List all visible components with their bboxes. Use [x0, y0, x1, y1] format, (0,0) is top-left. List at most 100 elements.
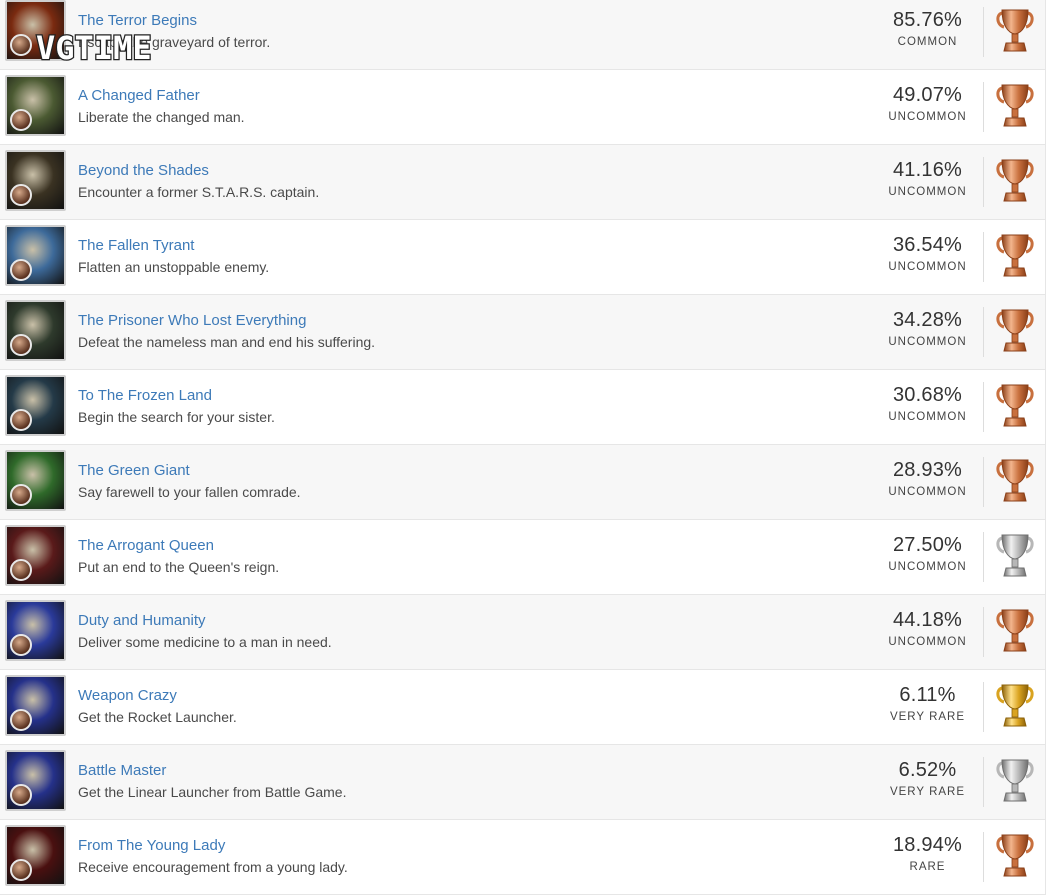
trophy-description: Begin the search for your sister.	[78, 409, 275, 425]
divider	[983, 7, 984, 57]
trophy-description: Liberate the changed man.	[78, 109, 245, 125]
silver-trophy-icon	[994, 757, 1036, 805]
divider	[983, 307, 984, 357]
watermark-text: VGTIME	[36, 29, 152, 67]
trophy-description: Encounter a former S.T.A.R.S. captain.	[78, 184, 320, 200]
divider	[983, 682, 984, 732]
trophy-thumbnail	[5, 750, 66, 811]
trophy-name[interactable]: Duty and Humanity	[78, 612, 206, 629]
trophy-rarity: VERY RARE	[889, 711, 966, 723]
game-badge-icon	[10, 484, 32, 506]
trophy-rarity: UNCOMMON	[888, 411, 967, 423]
trophy-description: Get the Linear Launcher from Battle Game…	[78, 784, 347, 800]
trophy-description: Deliver some medicine to a man in need.	[78, 634, 332, 650]
game-badge-icon	[10, 409, 32, 431]
game-badge-icon	[10, 109, 32, 131]
trophy-name[interactable]: The Arrogant Queen	[78, 537, 214, 554]
trophy-name[interactable]: From The Young Lady	[78, 837, 225, 854]
trophy-name[interactable]: Battle Master	[78, 762, 166, 779]
trophy-row: Battle Master Get the Linear Launcher fr…	[0, 745, 1046, 820]
divider	[983, 382, 984, 432]
watermark-logo: VGTIME	[35, 28, 153, 68]
trophy-name[interactable]: To The Frozen Land	[78, 387, 212, 404]
trophy-percent: 44.18%	[892, 609, 963, 631]
trophy-name[interactable]: The Prisoner Who Lost Everything	[78, 312, 306, 329]
divider	[983, 157, 984, 207]
trophy-thumbnail	[5, 150, 66, 211]
bronze-trophy-icon	[994, 157, 1036, 205]
trophy-rarity: UNCOMMON	[888, 636, 967, 648]
trophy-row: From The Young Lady Receive encouragemen…	[0, 820, 1046, 895]
trophy-name[interactable]: The Fallen Tyrant	[78, 237, 194, 254]
silver-trophy-icon	[994, 532, 1036, 580]
trophy-percent: 36.54%	[892, 234, 963, 256]
trophy-row: The Prisoner Who Lost Everything Defeat …	[0, 295, 1046, 370]
trophy-rarity: VERY RARE	[889, 786, 966, 798]
trophy-thumbnail	[5, 375, 66, 436]
trophy-percent: 30.68%	[892, 384, 963, 406]
trophy-rarity: UNCOMMON	[888, 186, 967, 198]
trophy-rarity: COMMON	[897, 36, 958, 48]
trophy-list: The Terror Begins Escape the graveyard o…	[0, 0, 1046, 895]
trophy-percent: 85.76%	[892, 9, 963, 31]
divider	[983, 457, 984, 507]
bronze-trophy-icon	[994, 457, 1036, 505]
bronze-trophy-icon	[994, 307, 1036, 355]
trophy-thumbnail	[5, 600, 66, 661]
game-badge-icon	[10, 559, 32, 581]
trophy-percent: 28.93%	[892, 459, 963, 481]
trophy-thumbnail	[5, 450, 66, 511]
bronze-trophy-icon	[994, 607, 1036, 655]
bronze-trophy-icon	[994, 382, 1036, 430]
divider	[983, 232, 984, 282]
divider	[983, 607, 984, 657]
trophy-percent: 18.94%	[892, 834, 963, 856]
trophy-row: The Fallen Tyrant Flatten an unstoppable…	[0, 220, 1046, 295]
divider	[983, 757, 984, 807]
bronze-trophy-icon	[994, 7, 1036, 55]
trophy-rarity: UNCOMMON	[888, 336, 967, 348]
trophy-rarity: UNCOMMON	[888, 261, 967, 273]
gold-trophy-icon	[994, 682, 1036, 730]
trophy-thumbnail	[5, 825, 66, 886]
trophy-description: Say farewell to your fallen comrade.	[78, 484, 301, 500]
trophy-percent: 6.52%	[898, 759, 957, 781]
trophy-description: Receive encouragement from a young lady.	[78, 859, 348, 875]
game-badge-icon	[10, 184, 32, 206]
game-badge-icon	[10, 784, 32, 806]
game-badge-icon	[10, 859, 32, 881]
trophy-row: Duty and Humanity Deliver some medicine …	[0, 595, 1046, 670]
trophy-row: The Arrogant Queen Put an end to the Que…	[0, 520, 1046, 595]
trophy-thumbnail	[5, 300, 66, 361]
trophy-name[interactable]: A Changed Father	[78, 87, 200, 104]
trophy-percent: 41.16%	[892, 159, 963, 181]
trophy-name[interactable]: Weapon Crazy	[78, 687, 177, 704]
game-badge-icon	[10, 634, 32, 656]
bronze-trophy-icon	[994, 832, 1036, 880]
trophy-row: Weapon Crazy Get the Rocket Launcher. 6.…	[0, 670, 1046, 745]
trophy-description: Flatten an unstoppable enemy.	[78, 259, 270, 275]
divider	[983, 832, 984, 882]
game-badge-icon	[10, 709, 32, 731]
trophy-percent: 34.28%	[892, 309, 963, 331]
trophy-name[interactable]: Beyond the Shades	[78, 162, 209, 179]
trophy-rarity: UNCOMMON	[888, 561, 967, 573]
game-badge-icon	[10, 334, 32, 356]
trophy-name[interactable]: The Green Giant	[78, 462, 190, 479]
trophy-rarity: UNCOMMON	[888, 486, 967, 498]
trophy-percent: 6.11%	[899, 684, 956, 706]
game-badge-icon	[10, 259, 32, 281]
trophy-row: To The Frozen Land Begin the search for …	[0, 370, 1046, 445]
trophy-rarity: RARE	[909, 861, 946, 873]
trophy-percent: 27.50%	[892, 534, 963, 556]
trophy-description: Put an end to the Queen's reign.	[78, 559, 280, 575]
bronze-trophy-icon	[994, 232, 1036, 280]
trophy-name[interactable]: The Terror Begins	[78, 12, 197, 29]
divider	[983, 82, 984, 132]
divider	[983, 532, 984, 582]
trophy-row: The Green Giant Say farewell to your fal…	[0, 445, 1046, 520]
trophy-description: Get the Rocket Launcher.	[78, 709, 237, 725]
trophy-row: A Changed Father Liberate the changed ma…	[0, 70, 1046, 145]
game-badge-icon	[10, 34, 32, 56]
trophy-percent: 49.07%	[892, 84, 963, 106]
